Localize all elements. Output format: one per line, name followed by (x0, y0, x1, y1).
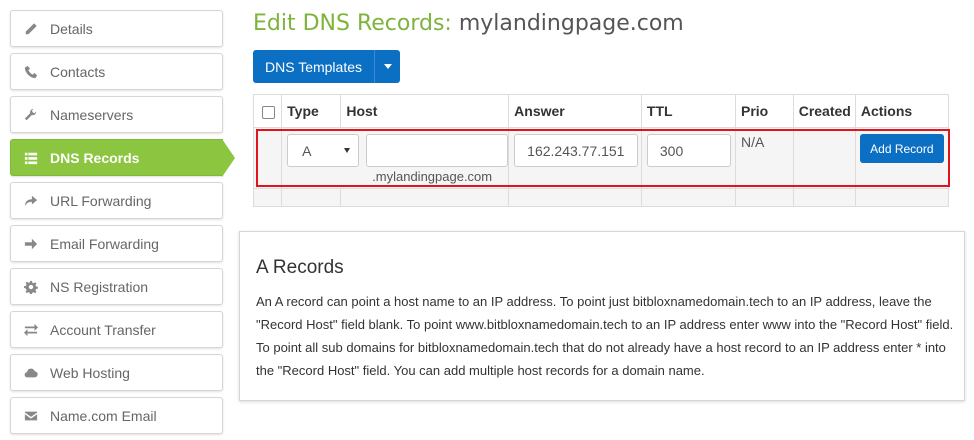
sidebar-item-label: Email Forwarding (50, 235, 159, 252)
dns-records-table: Type Host Answer TTL Prio Created Action… (252, 94, 950, 207)
answer-input[interactable]: 162.243.77.151 (514, 134, 639, 167)
arrow-right-icon (23, 236, 39, 252)
share-arrow-icon (23, 193, 39, 209)
select-caret-icon (344, 148, 351, 153)
caret-down-icon (383, 64, 392, 69)
dns-templates-button-group: DNS Templates (253, 50, 401, 83)
column-header-prio: Prio (734, 94, 794, 128)
select-all-checkbox[interactable] (262, 105, 275, 119)
dns-templates-dropdown-toggle[interactable] (374, 50, 401, 83)
sidebar-item-account-transfer[interactable]: Account Transfer (10, 311, 223, 348)
actions-cell: Add Record (854, 127, 950, 189)
host-input[interactable] (366, 134, 509, 167)
pencil-icon (23, 21, 39, 37)
page-title-domain: mylandingpage.com (458, 11, 684, 36)
sidebar-item-url-forwarding[interactable]: URL Forwarding (10, 182, 223, 219)
column-header-host: Host (340, 94, 510, 128)
cloud-icon (23, 365, 39, 381)
sidebar-item-dns-records[interactable]: DNS Records (10, 139, 235, 177)
column-header-ttl: TTL (640, 94, 736, 128)
sidebar-item-label: Contacts (50, 63, 106, 80)
gear-icon (23, 279, 39, 295)
sidebar-item-label: Details (50, 20, 93, 37)
type-cell: A .mylandingpage.com (281, 127, 510, 189)
sidebar: Details Contacts Nameservers DNS Records… (10, 10, 235, 440)
sidebar-item-label: Web Hosting (50, 364, 130, 381)
list-icon (23, 150, 39, 166)
phone-icon (23, 64, 39, 80)
sidebar-item-label: URL Forwarding (50, 192, 152, 209)
prio-cell: N/A (734, 127, 794, 189)
answer-cell: 162.243.77.151 (508, 127, 642, 189)
table-header-row: Type Host Answer TTL Prio Created Action… (252, 94, 950, 128)
a-records-info-panel: A Records An A record can point a host n… (239, 231, 965, 401)
column-header-type: Type (281, 94, 342, 128)
sidebar-item-namecom-email[interactable]: Name.com Email (10, 397, 223, 434)
select-all-cell (252, 94, 283, 128)
ttl-input[interactable]: 300 (646, 134, 731, 167)
sidebar-item-label: Name.com Email (50, 407, 157, 424)
sidebar-item-web-hosting[interactable]: Web Hosting (10, 354, 223, 391)
sidebar-item-label: Account Transfer (50, 321, 156, 338)
ttl-cell: 300 (640, 127, 736, 189)
info-heading: A Records (256, 257, 344, 278)
select-cell (252, 127, 283, 189)
sidebar-item-label: Nameservers (50, 106, 134, 123)
sidebar-item-label: NS Registration (50, 278, 149, 295)
page-title-prefix: Edit DNS Records: (253, 11, 452, 36)
column-header-actions: Actions (854, 94, 950, 128)
sidebar-item-nameservers[interactable]: Nameservers (10, 96, 223, 133)
record-type-select[interactable]: A (287, 134, 360, 167)
envelope-icon (23, 408, 39, 424)
table-row-empty (252, 188, 950, 207)
add-record-button[interactable]: Add Record (859, 134, 944, 163)
wrench-icon (23, 107, 39, 123)
sidebar-item-details[interactable]: Details (10, 10, 223, 47)
column-header-answer: Answer (508, 94, 642, 128)
sidebar-item-label: DNS Records (50, 149, 140, 166)
info-body: An A record can point a host name to an … (256, 294, 954, 378)
dns-templates-button[interactable]: DNS Templates (253, 50, 375, 83)
host-suffix: .mylandingpage.com (372, 169, 493, 184)
sidebar-item-email-forwarding[interactable]: Email Forwarding (10, 225, 223, 262)
new-record-row: A .mylandingpage.com 162.243.77.151 300 (252, 127, 950, 189)
record-type-value: A (302, 142, 312, 159)
prio-value: N/A (740, 134, 765, 150)
sidebar-item-ns-registration[interactable]: NS Registration (10, 268, 223, 305)
page-title: Edit DNS Records: mylandingpage.com (253, 11, 684, 36)
created-cell (792, 127, 856, 189)
transfer-icon (23, 322, 39, 338)
column-header-created: Created (792, 94, 856, 128)
sidebar-item-contacts[interactable]: Contacts (10, 53, 223, 90)
